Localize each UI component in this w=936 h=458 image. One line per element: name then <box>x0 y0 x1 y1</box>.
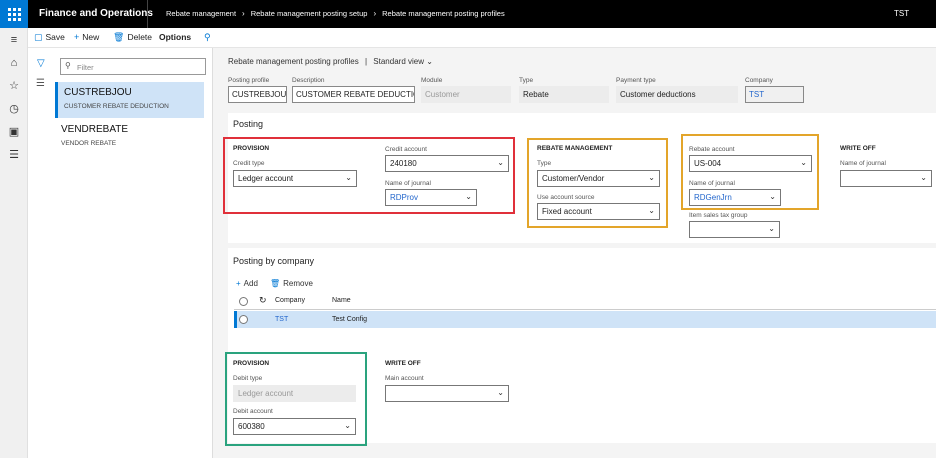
workspaces-icon[interactable]: ▣ <box>7 125 21 139</box>
breadcrumb-item[interactable]: Rebate management <box>166 9 236 18</box>
chevron-right-icon: › <box>242 9 245 18</box>
row-company-cell[interactable]: TST <box>275 316 288 323</box>
breadcrumb-item[interactable]: Rebate management posting profiles <box>382 9 505 18</box>
list-item-title: VENDREBATE <box>61 124 129 135</box>
modules-list-icon[interactable]: ☰ <box>7 148 21 162</box>
new-button[interactable]: + New <box>74 32 99 42</box>
posting-section-title[interactable]: Posting <box>233 119 263 129</box>
company-label: Company <box>745 77 773 84</box>
company-column-header[interactable]: Company <box>275 297 305 304</box>
main-account-dropdown[interactable]: ⌄ <box>385 385 509 402</box>
recent-clock-icon[interactable]: ◷ <box>7 102 21 116</box>
provision-highlight-box <box>223 137 515 214</box>
hamburger-menu-icon[interactable]: ≡ <box>7 33 21 47</box>
list-item-title: CUSTREBJOU <box>64 87 132 98</box>
grid-header: ↻ Company Name <box>234 293 936 310</box>
chevron-down-icon: ⌄ <box>920 173 927 182</box>
module-field: Customer <box>421 86 511 103</box>
item-sales-tax-group-label: Item sales tax group <box>689 212 748 219</box>
app-title[interactable]: Finance and Operations <box>39 8 153 19</box>
filter-icon[interactable]: ▽ <box>37 58 45 69</box>
chevron-down-icon: ⌄ <box>497 388 504 397</box>
select-all-radio[interactable] <box>239 297 248 306</box>
list-item-subtitle: VENDOR REBATE <box>61 140 117 147</box>
posting-by-company-title[interactable]: Posting by company <box>233 256 314 266</box>
remove-button[interactable]: 🗑 Remove <box>270 279 313 288</box>
posting-profile-label: Posting profile <box>228 77 270 84</box>
row-name-cell: Test Config <box>332 316 368 323</box>
page-title: Rebate management posting profiles | Sta… <box>228 57 433 66</box>
company-write-off-group-title: WRITE OFF <box>385 360 421 367</box>
delete-button[interactable]: 🗑 Delete <box>113 32 152 43</box>
row-select-radio[interactable] <box>239 315 248 324</box>
write-off-journal-dropdown[interactable]: ⌄ <box>840 170 932 187</box>
search-icon[interactable]: ⚲ <box>204 32 214 43</box>
posting-profile-field[interactable]: CUSTREBJOU <box>228 86 287 103</box>
write-off-journal-label: Name of journal <box>840 160 886 167</box>
breadcrumb-item[interactable]: Rebate management posting setup <box>251 9 368 18</box>
chevron-right-icon: › <box>373 9 377 18</box>
list-item[interactable]: VENDREBATE VENDOR REBATE <box>55 119 204 155</box>
top-bar: Finance and Operations Rebate management… <box>0 0 936 28</box>
search-icon: ⚲ <box>65 61 71 70</box>
home-icon[interactable]: ⌂ <box>7 56 21 70</box>
name-column-header[interactable]: Name <box>332 297 351 304</box>
waffle-icon <box>7 7 21 21</box>
payment-type-label: Payment type <box>616 77 656 84</box>
payment-type-field: Customer deductions <box>616 86 738 103</box>
item-sales-tax-group-dropdown[interactable]: ⌄ <box>689 221 780 238</box>
add-button[interactable]: + Add <box>236 279 258 288</box>
chevron-down-icon: ⌄ <box>768 224 775 233</box>
details-pane: Rebate management posting profiles | Sta… <box>214 48 936 458</box>
type-field: Rebate <box>519 86 609 103</box>
filter-placeholder: Filter <box>77 63 94 72</box>
row-selection-indicator <box>234 311 237 328</box>
app-launcher-button[interactable] <box>0 0 28 28</box>
left-navigation: ≡ ⌂ ☆ ◷ ▣ ☰ <box>0 28 28 458</box>
table-row[interactable]: TST Test Config <box>234 311 936 328</box>
list-pane: ▽ ☰ ⚲ Filter CUSTREBJOU CUSTOMER REBATE … <box>28 48 213 458</box>
refresh-icon[interactable]: ↻ <box>259 295 267 306</box>
list-item-subtitle: CUSTOMER REBATE DEDUCTION <box>64 103 169 110</box>
options-button[interactable]: Options <box>159 32 191 42</box>
main-account-label: Main account <box>385 375 424 382</box>
write-off-group-title: WRITE OFF <box>840 145 876 152</box>
chevron-down-icon: ⌄ <box>426 57 433 66</box>
trash-icon: 🗑 <box>113 32 125 42</box>
module-label: Module <box>421 77 443 84</box>
company-field[interactable]: TST <box>745 86 804 103</box>
type-label: Type <box>519 77 534 84</box>
debit-provision-highlight-box <box>225 352 367 446</box>
plus-icon: + <box>74 32 80 42</box>
list-item[interactable]: CUSTREBJOU CUSTOMER REBATE DEDUCTION <box>55 82 204 118</box>
plus-icon: + <box>236 279 241 288</box>
company-picker[interactable]: TST <box>894 9 909 18</box>
filter-input[interactable]: ⚲ Filter <box>60 58 206 75</box>
trash-icon: 🗑 <box>270 279 281 288</box>
description-label: Description <box>292 77 325 84</box>
breadcrumb: Rebate management › Rebate management post… <box>166 9 505 18</box>
favorites-star-icon[interactable]: ☆ <box>7 79 21 93</box>
action-pane: ▢ Save + New 🗑 Delete Options ⚲ <box>28 28 936 48</box>
list-view-icon[interactable]: ☰ <box>36 78 45 89</box>
rebate-account-highlight-box <box>681 134 819 210</box>
description-field[interactable]: CUSTOMER REBATE DEDUCTION <box>292 86 415 103</box>
top-divider <box>147 0 148 28</box>
save-button[interactable]: ▢ Save <box>34 32 65 43</box>
view-selector[interactable]: Standard view ⌄ <box>373 57 433 66</box>
rebate-management-highlight-box <box>527 138 668 228</box>
save-icon: ▢ <box>34 32 43 42</box>
